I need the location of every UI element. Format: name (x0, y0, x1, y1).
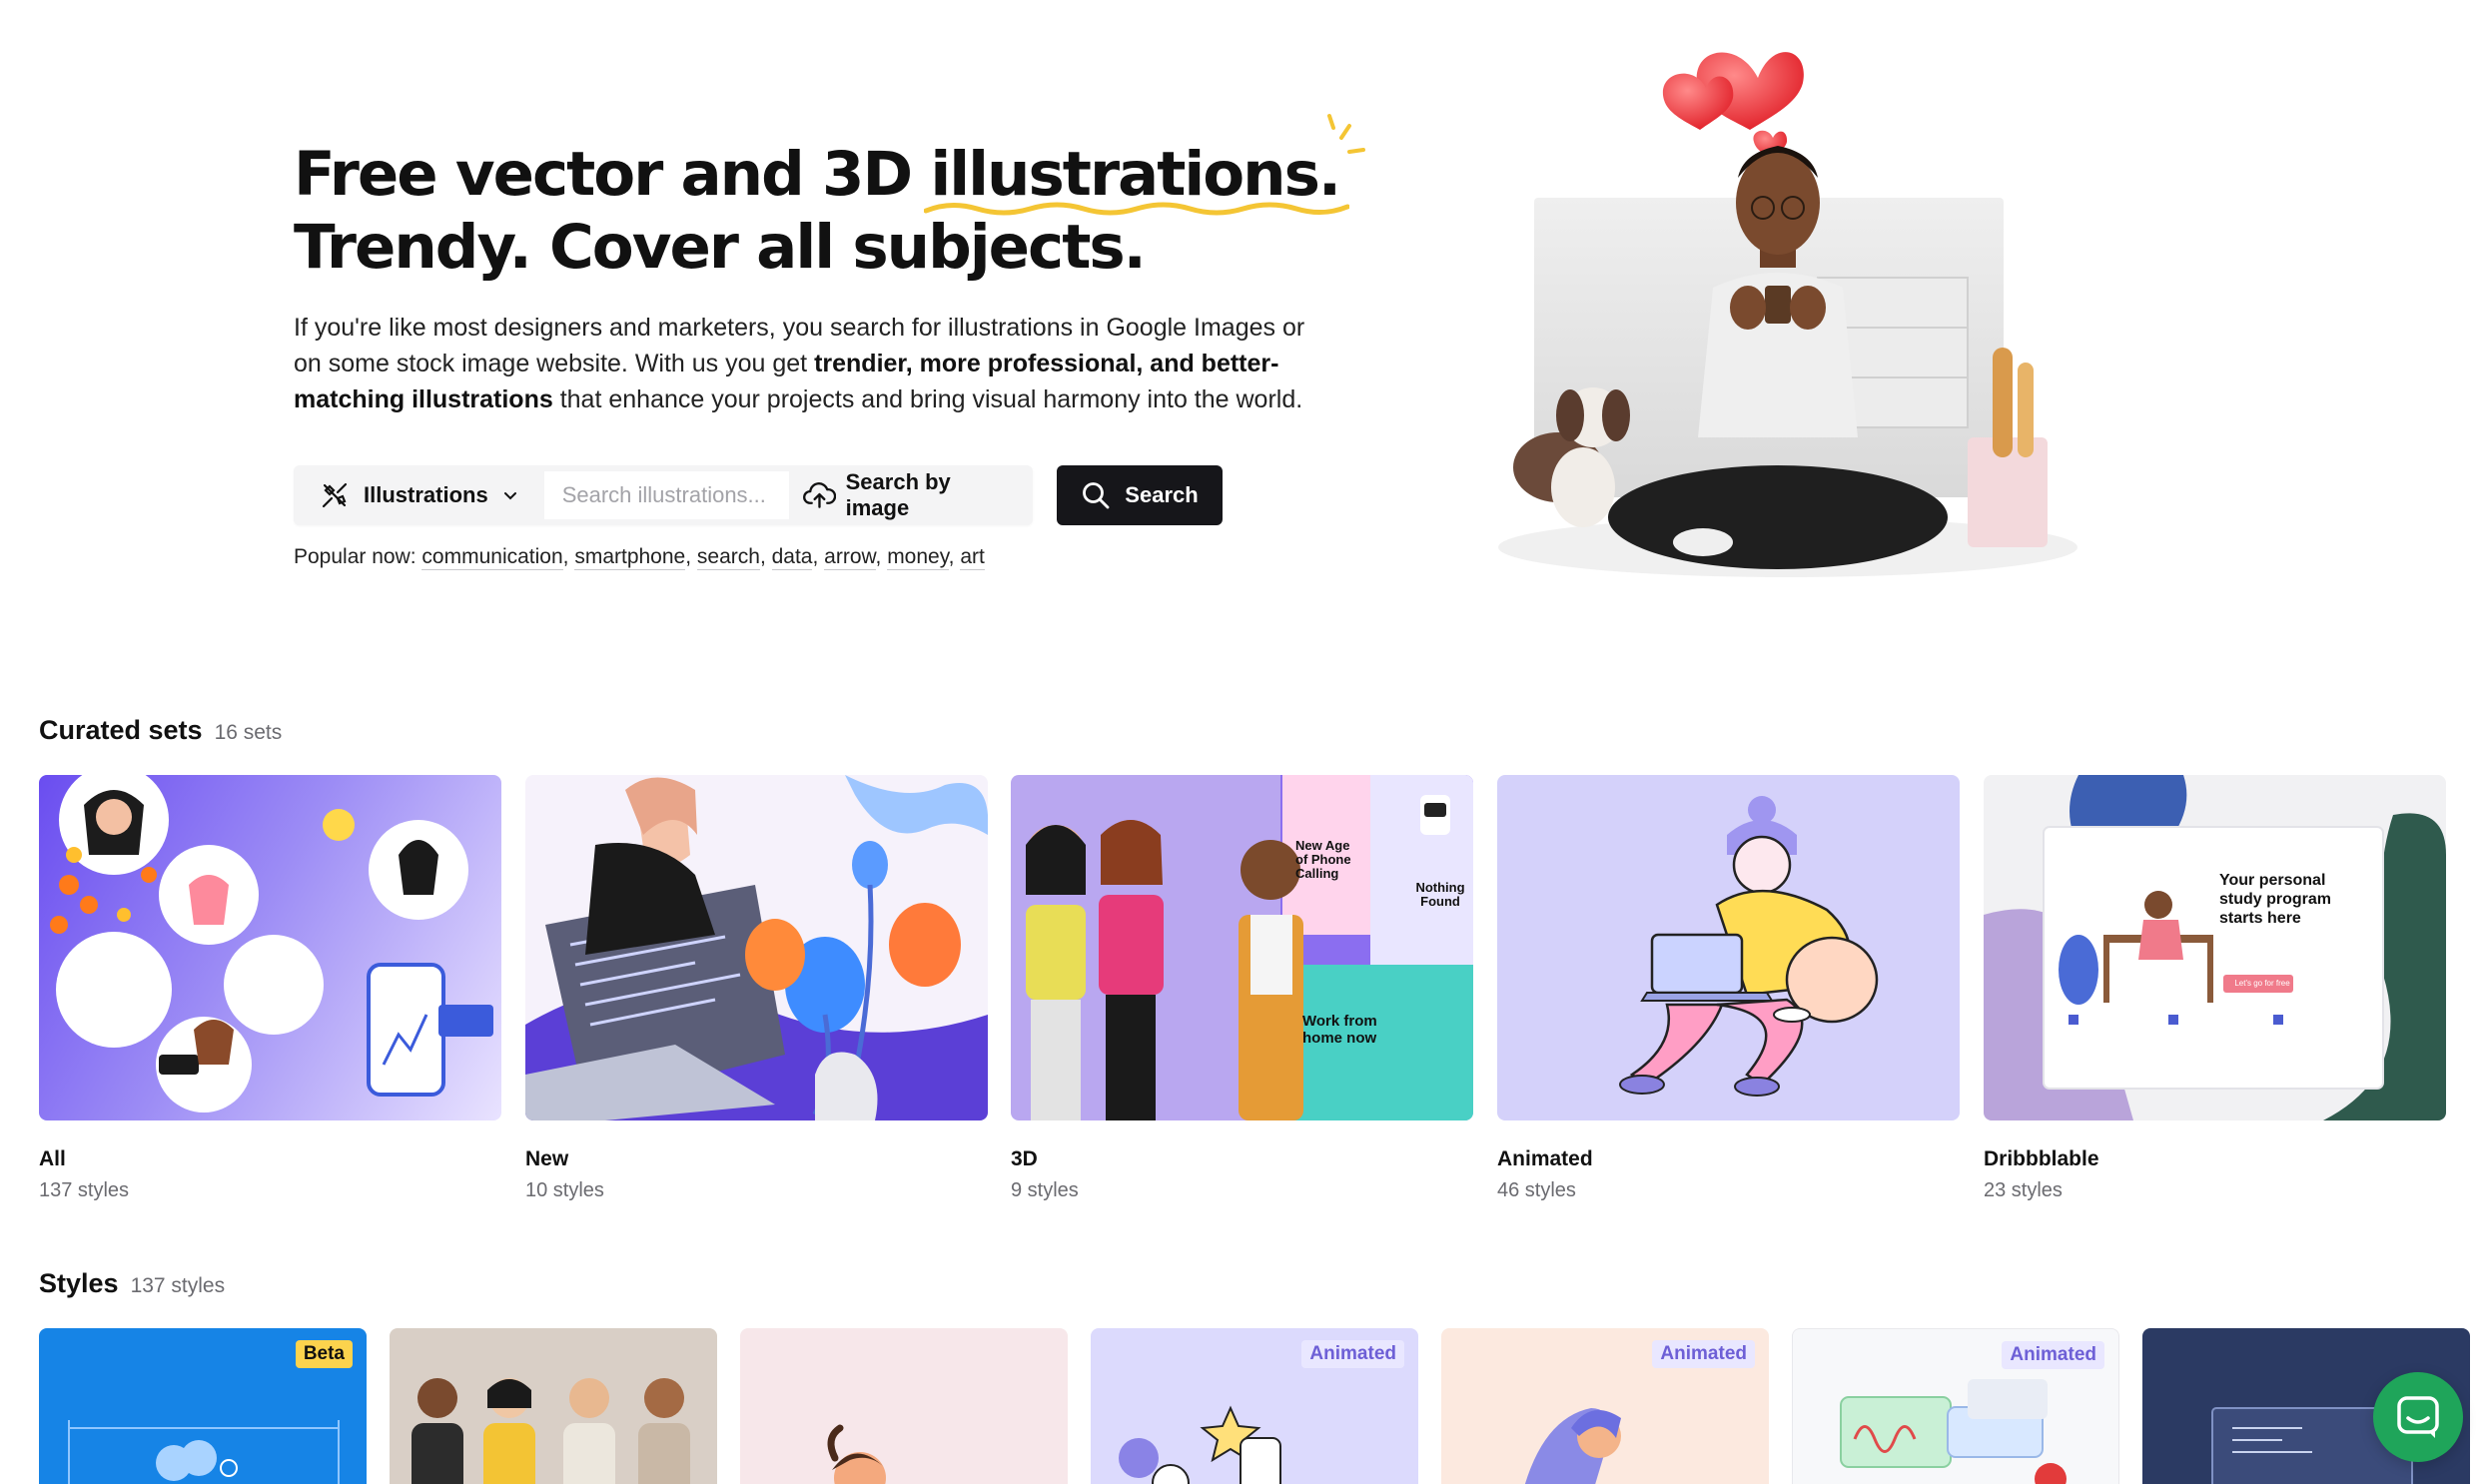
3d-people-illustration (1026, 775, 1473, 1120)
thumb-text-study-program: Your personal study program starts here (2219, 872, 2332, 927)
style-card[interactable]: Animated (1441, 1328, 1769, 1484)
squiggle-underline-decoration (924, 202, 1350, 216)
set-card-dribbblable[interactable]: Your personal study program starts here … (1984, 775, 2446, 1202)
curated-sets-count: 16 sets (214, 721, 283, 744)
chat-support-button[interactable] (2373, 1372, 2463, 1462)
popular-tag[interactable]: data (771, 545, 813, 570)
thumb-text-work-from-home: Work from home now (1302, 1013, 1377, 1047)
style-card[interactable] (740, 1328, 1068, 1484)
style-card[interactable] (390, 1328, 717, 1484)
ponytail-woman-illustration (827, 1424, 886, 1484)
popular-tag[interactable]: smartphone (574, 545, 686, 570)
popular-label: Popular now: (294, 545, 416, 568)
set-thumbnail: Your personal study program starts here … (1984, 775, 2446, 1120)
cloud-upload-icon (802, 482, 836, 508)
search-button[interactable]: Search (1057, 465, 1223, 525)
type-dropdown[interactable]: Illustrations (294, 465, 544, 525)
set-thumbnail (525, 775, 988, 1120)
thumb-text-nothing-found: Nothing Found (1415, 880, 1465, 909)
set-thumbnail (39, 775, 501, 1120)
set-count: 9 styles (1011, 1179, 1079, 1201)
search-bar: Illustrations Search by image (294, 465, 1033, 525)
hero-illustration (1498, 52, 2077, 577)
curated-sets-header: Curated sets 16 sets (39, 715, 282, 746)
laptop-woman-illustration (525, 775, 988, 1120)
animated-woman-illustration (1524, 1408, 1621, 1484)
set-thumbnail: New Age of Phone Calling Nothing Found W… (1011, 775, 1473, 1120)
set-card-animated[interactable]: Animated 46 styles (1497, 775, 1960, 1202)
headline-line2-text: Trendy. Cover all subjects. (294, 212, 1147, 283)
popular-searches: Popular now: communication, smartphone, … (294, 545, 985, 570)
page-title: Free vector and 3D illustrations. Trendy… (294, 114, 1366, 284)
set-count: 23 styles (1984, 1179, 2063, 1201)
illustration-type-icon (322, 482, 348, 508)
set-count: 10 styles (525, 1179, 604, 1201)
headline-highlight: illustrations. (924, 114, 1366, 216)
popular-tag[interactable]: art (960, 545, 985, 570)
laptop-character-illustration (1619, 796, 1879, 1097)
set-name: New (525, 1147, 569, 1170)
styles-title: Styles (39, 1268, 119, 1298)
popular-tag[interactable]: arrow (824, 545, 876, 570)
hero-description: If you're like most designers and market… (294, 310, 1322, 417)
styles-header: Styles 137 styles (39, 1268, 225, 1299)
people-collage-illustration (50, 775, 493, 1113)
heart-decoration (1662, 52, 1804, 158)
set-name: Dribbblable (1984, 1147, 2099, 1170)
type-dropdown-label: Illustrations (364, 482, 488, 507)
style-card[interactable]: Animated (1091, 1328, 1418, 1484)
set-name: Animated (1497, 1147, 1593, 1170)
animated-chat-illustration (1840, 1379, 2067, 1484)
search-input[interactable] (543, 471, 789, 519)
search-icon (1083, 482, 1110, 509)
set-card-new[interactable]: New 10 styles (525, 775, 988, 1202)
curated-sets-title: Curated sets (39, 715, 203, 745)
set-name: 3D (1011, 1147, 1038, 1170)
set-name: All (39, 1147, 66, 1170)
set-count: 46 styles (1497, 1179, 1576, 1201)
search-by-image-label: Search by image (845, 469, 951, 520)
style-card[interactable]: Beta (39, 1328, 367, 1484)
search-by-image-button[interactable]: Search by image (788, 469, 1033, 520)
thumb-text-lets-go: Let's go for free (2234, 979, 2290, 988)
animated-phone-illustration (1119, 1405, 1281, 1484)
popular-tag[interactable]: search (696, 545, 760, 570)
desc-text-2: that enhance your projects and bring vis… (552, 385, 1303, 413)
set-card-3d[interactable]: New Age of Phone Calling Nothing Found W… (1011, 775, 1473, 1202)
set-count: 137 styles (39, 1179, 130, 1201)
sparkle-decoration (1327, 114, 1366, 154)
3d-team-illustration (412, 1378, 690, 1484)
popular-tag[interactable]: communication (421, 545, 563, 570)
set-card-all[interactable]: All 137 styles (39, 775, 501, 1202)
headline-line1-text: Free vector and 3D (294, 139, 931, 210)
blueprint-illustration (68, 1420, 340, 1484)
styles-count: 137 styles (130, 1274, 226, 1297)
popular-tag[interactable]: money (887, 545, 949, 570)
chevron-down-icon (503, 492, 516, 500)
chat-icon (2397, 1396, 2439, 1438)
website-mockup-illustration (1984, 775, 2446, 1120)
thumb-text-phone-calling: New Age of Phone Calling (1295, 838, 1351, 881)
hero-headline: Free vector and 3D illustrations. Trendy… (294, 114, 1366, 284)
style-card[interactable]: Animated (1792, 1328, 2119, 1484)
set-thumbnail (1497, 775, 1960, 1120)
search-button-label: Search (1125, 482, 1199, 507)
